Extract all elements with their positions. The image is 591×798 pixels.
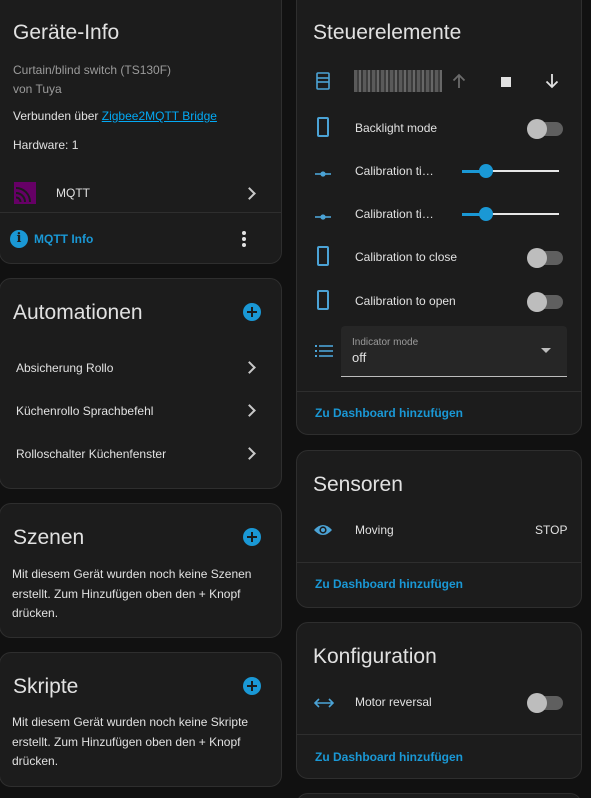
automation-label: Rolloschalter Küchenfenster	[16, 447, 167, 461]
scripts-title: Skripte	[13, 675, 79, 698]
motor-reversal-label: Motor reversal	[355, 695, 432, 709]
device-info-card: Geräte-Info Curtain/blind switch (TS130F…	[0, 0, 282, 264]
calibration-time-2-slider[interactable]	[462, 204, 559, 224]
more-menu-icon[interactable]	[242, 231, 246, 247]
mqtt-info-label: MQTT Info	[34, 232, 94, 246]
motor-reversal-toggle[interactable]	[527, 693, 563, 713]
dropdown-arrow-icon	[541, 348, 551, 353]
add-script-icon[interactable]	[243, 677, 261, 695]
slider-icon	[315, 166, 331, 177]
controls-card: Steuerelemente Backlight mode Calibratio…	[296, 0, 582, 435]
configuration-card: Konfiguration Motor reversal Zu Dashboar…	[296, 622, 582, 779]
add-automation-icon[interactable]	[243, 303, 261, 321]
device-info-title: Geräte-Info	[13, 21, 120, 44]
info-icon: i	[10, 230, 28, 248]
divider	[297, 391, 581, 392]
bridge-link[interactable]: Zigbee2MQTT Bridge	[102, 109, 217, 123]
eye-icon	[313, 523, 333, 537]
indicator-mode-label: Indicator mode	[352, 337, 419, 348]
scripts-card: Skripte Mit diesem Gerät wurden noch kei…	[0, 652, 282, 787]
indicator-mode-value: off	[352, 350, 367, 365]
scripts-empty-text: Mit diesem Gerät wurden noch keine Skrip…	[12, 715, 249, 768]
mqtt-info-button[interactable]: i MQTT Info	[10, 228, 160, 250]
next-card-partial	[296, 793, 582, 798]
integration-label: MQTT	[56, 186, 90, 200]
open-cover-arrow-up-icon[interactable]	[452, 73, 466, 89]
backlight-mode-toggle[interactable]	[527, 119, 563, 139]
divider	[0, 212, 281, 213]
backlight-mode-label: Backlight mode	[355, 121, 438, 135]
automation-label: Küchenrollo Sprachbefehl	[16, 404, 154, 418]
calibration-time-1-slider[interactable]	[462, 161, 559, 181]
automation-label: Absicherung Rollo	[16, 361, 114, 375]
indicator-mode-select[interactable]: Indicator mode off	[341, 326, 567, 377]
chevron-right-icon	[243, 404, 256, 417]
calibration-to-open-label: Calibration to open	[355, 294, 456, 308]
integration-row-mqtt[interactable]: MQTT	[0, 175, 281, 211]
calibration-to-open-toggle[interactable]	[527, 292, 563, 312]
scenes-empty-text: Mit diesem Gerät wurden noch keine Szene…	[12, 567, 252, 620]
calibration-time-1-label: Calibration ti…	[355, 164, 434, 178]
switch-phone-icon	[317, 290, 329, 310]
stop-cover-icon[interactable]	[501, 77, 511, 87]
configuration-title: Konfiguration	[313, 645, 437, 668]
connected-prefix: Verbunden über	[13, 109, 102, 123]
configuration-add-to-dashboard-button[interactable]: Zu Dashboard hinzufügen	[315, 750, 463, 764]
calibration-time-2-label: Calibration ti…	[355, 207, 434, 221]
close-cover-arrow-down-icon[interactable]	[545, 73, 559, 89]
controls-add-to-dashboard-button[interactable]: Zu Dashboard hinzufügen	[315, 406, 463, 420]
calibration-to-close-label: Calibration to close	[355, 250, 458, 264]
format-list-icon	[315, 344, 333, 358]
arrow-left-right-icon	[313, 696, 335, 708]
connected-via: Verbunden über Zigbee2MQTT Bridge	[13, 109, 217, 123]
chevron-right-icon	[243, 361, 256, 374]
automations-card: Automationen Absicherung Rollo Küchenrol…	[0, 278, 282, 489]
device-manufacturer: von Tuya	[13, 82, 62, 96]
window-shutter-icon	[316, 72, 330, 90]
divider	[297, 734, 581, 735]
slider-icon	[315, 209, 331, 220]
add-scene-icon[interactable]	[243, 528, 261, 546]
automations-title: Automationen	[13, 301, 143, 324]
scenes-title: Szenen	[13, 526, 85, 549]
switch-phone-icon	[317, 246, 329, 266]
switch-phone-icon	[317, 117, 329, 137]
sensors-title: Sensoren	[313, 473, 403, 496]
moving-label: Moving	[355, 523, 394, 537]
scenes-card: Szenen Mit diesem Gerät wurden noch kein…	[0, 503, 282, 638]
device-model: Curtain/blind switch (TS130F)	[13, 63, 172, 77]
sensors-card: Sensoren Moving STOP Zu Dashboard hinzuf…	[296, 450, 582, 608]
controls-title: Steuerelemente	[313, 21, 462, 44]
automation-item[interactable]: Absicherung Rollo	[0, 353, 281, 383]
divider	[297, 562, 581, 563]
cover-name-redacted	[354, 70, 442, 92]
chevron-right-icon	[243, 187, 256, 200]
hardware-version: Hardware: 1	[13, 138, 79, 152]
sensors-add-to-dashboard-button[interactable]: Zu Dashboard hinzufügen	[315, 577, 463, 591]
moving-value: STOP	[535, 523, 568, 537]
automation-item[interactable]: Rolloschalter Küchenfenster	[0, 439, 281, 469]
calibration-to-close-toggle[interactable]	[527, 248, 563, 268]
chevron-right-icon	[243, 447, 256, 460]
mqtt-logo-icon	[14, 182, 36, 204]
automation-item[interactable]: Küchenrollo Sprachbefehl	[0, 396, 281, 426]
